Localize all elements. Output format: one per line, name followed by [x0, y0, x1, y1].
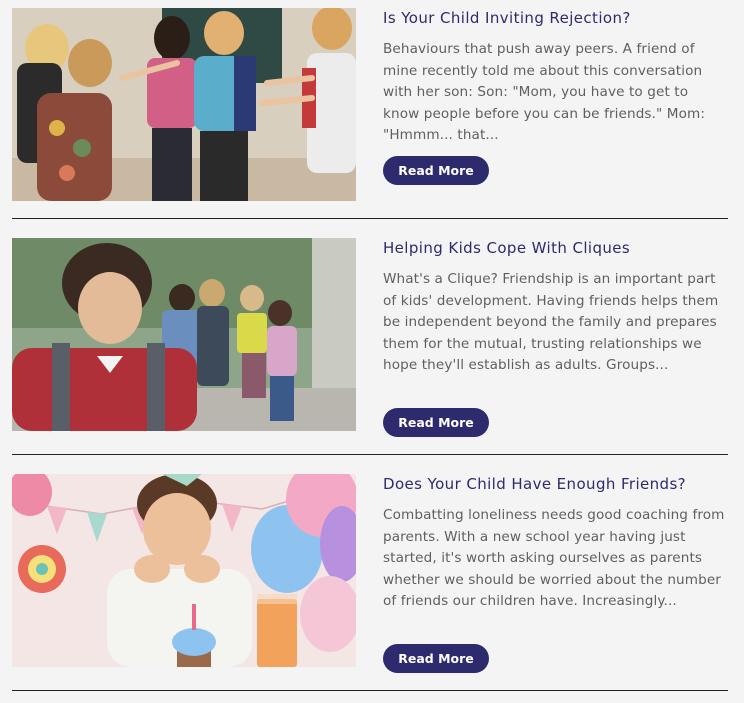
divider [12, 454, 728, 455]
divider [12, 218, 728, 219]
lonely-birthday-photo [12, 474, 356, 667]
sad-boy-clique-photo [12, 238, 356, 431]
divider [12, 690, 728, 691]
article-text: Does Your Child Have Enough Friends? Com… [383, 474, 728, 613]
article-excerpt: What's a Clique? Friendship is an import… [383, 271, 719, 373]
article-thumbnail[interactable] [12, 474, 356, 667]
article-thumbnail[interactable] [12, 238, 356, 431]
article-title[interactable]: Helping Kids Cope With Cliques [383, 238, 728, 258]
children-pointing-photo [12, 8, 356, 201]
read-more-button[interactable]: Read More [383, 408, 489, 437]
article-excerpt: Combatting loneliness needs good coachin… [383, 507, 725, 609]
read-more-button[interactable]: Read More [383, 644, 489, 673]
article-text: Helping Kids Cope With Cliques What's a … [383, 238, 728, 377]
article-thumbnail[interactable] [12, 8, 356, 201]
article-title[interactable]: Is Your Child Inviting Rejection? [383, 8, 728, 28]
article-excerpt: Behaviours that push away peers. A frien… [383, 41, 706, 143]
read-more-button[interactable]: Read More [383, 156, 489, 185]
article-title[interactable]: Does Your Child Have Enough Friends? [383, 474, 728, 494]
article-text: Is Your Child Inviting Rejection? Behavi… [383, 8, 728, 147]
